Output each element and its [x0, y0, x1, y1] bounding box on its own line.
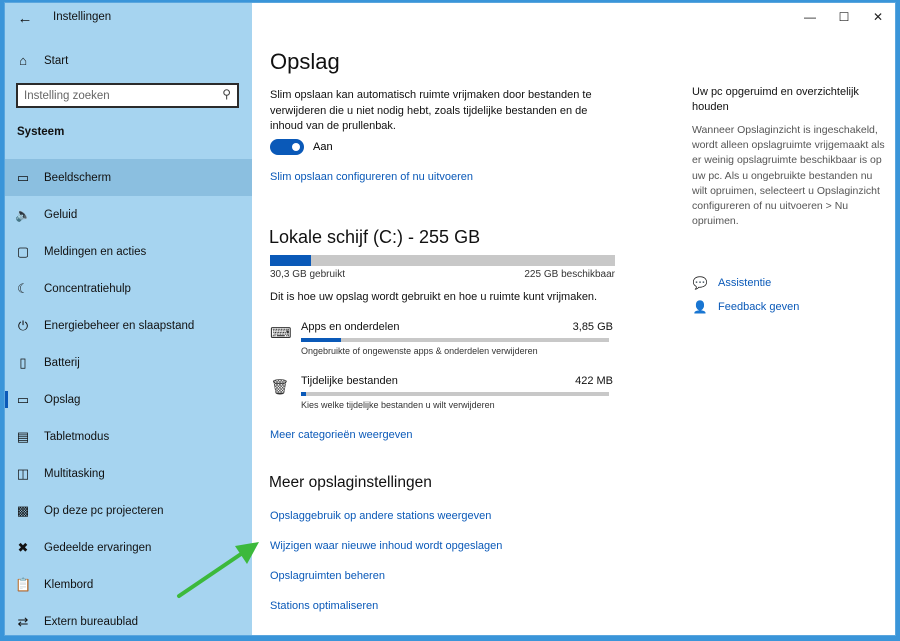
- search-input[interactable]: [18, 85, 220, 106]
- category-name: Tijdelijke bestanden: [301, 375, 398, 387]
- moon-icon: ☾: [17, 280, 29, 296]
- project-icon: ▩: [16, 502, 30, 518]
- sidebar-item-label: Klembord: [44, 578, 94, 591]
- category-name: Apps en onderdelen: [301, 321, 400, 333]
- storage-sense-description: Slim opslaan kan automatisch ruimte vrij…: [270, 89, 592, 132]
- sidebar-item-label: Opslag: [44, 393, 81, 406]
- sidebar-item-label: Tabletmodus: [44, 430, 110, 443]
- help-link-label[interactable]: Assistentie: [718, 277, 771, 289]
- feedback-icon: 👤: [692, 300, 708, 314]
- home-icon: ⌂: [19, 53, 27, 68]
- annotation-arrow-icon: [177, 542, 259, 598]
- page-title: Opslag: [270, 49, 340, 74]
- sidebar-item-label: Multitasking: [44, 467, 105, 480]
- search-icon[interactable]: ⚲: [222, 87, 231, 101]
- remote-icon: ⇄: [17, 613, 29, 629]
- drive-title: Lokale schijf (C:) - 255 GB: [269, 227, 481, 247]
- usage-info: Dit is hoe uw opslag wordt gebruikt en h…: [270, 291, 598, 303]
- main-content: — ☐ ✕ Opslag Slim opslaan kan automatisc…: [252, 3, 895, 635]
- sidebar-item-extern-bureaublad[interactable]: ⇄ Extern bureaublad: [5, 603, 252, 635]
- sidebar-item-label: Energiebeheer en slaapstand: [44, 319, 195, 332]
- sidebar-item-label: Geluid: [44, 208, 78, 221]
- category-bar-fill: [301, 338, 342, 342]
- close-icon[interactable]: ✕: [861, 3, 895, 31]
- drive-usage-bar: [270, 255, 615, 266]
- sidebar-item-label: Beeldscherm: [44, 171, 112, 184]
- sidebar-item-label: Concentratiehulp: [44, 282, 131, 295]
- notification-icon: ▢: [16, 243, 30, 259]
- help-link[interactable]: 💬 Assistentie: [692, 275, 772, 291]
- sidebar-item-label: Extern bureaublad: [44, 615, 138, 628]
- help-chat-icon: 💬: [692, 276, 708, 290]
- settings-window: ← Instellingen ⌂ Start ⚲ Systeem ▭ Beeld…: [5, 3, 895, 635]
- storage-sense-toggle[interactable]: [270, 139, 304, 155]
- drive-usage-fill: [270, 255, 312, 266]
- more-categories-link[interactable]: Meer categorieën weergeven: [270, 429, 412, 441]
- clipboard-icon: 📋: [15, 576, 32, 592]
- sidebar-item-projecteren[interactable]: ▩ Op deze pc projecteren: [5, 492, 252, 529]
- sidebar-item-label: Gedeelde ervaringen: [44, 541, 152, 554]
- titlebar-left: ← Instellingen: [5, 3, 252, 35]
- speaker-icon: 🔈: [15, 206, 32, 222]
- feedback-link[interactable]: 👤 Feedback geven: [692, 299, 800, 315]
- toggle-label: Aan: [313, 141, 333, 153]
- optimize-drives-link[interactable]: Stations optimaliseren: [270, 600, 378, 612]
- storage-icon: ▭: [16, 391, 30, 407]
- feedback-link-label[interactable]: Feedback geven: [718, 301, 799, 313]
- maximize-icon[interactable]: ☐: [827, 3, 861, 31]
- sidebar-item-opslag[interactable]: ▭ Opslag: [5, 381, 252, 418]
- used-label: 30,3 GB gebruikt: [270, 269, 346, 280]
- right-panel: Uw pc opgeruimd en overzichtelijk houden…: [692, 85, 887, 229]
- search-box: ⚲: [16, 83, 239, 108]
- window-controls: — ☐ ✕: [793, 3, 895, 31]
- other-drives-link[interactable]: Opslaggebruik op andere stations weergev…: [270, 510, 491, 522]
- sidebar-item-batterij[interactable]: ▯ Batterij: [5, 344, 252, 381]
- category-size: 3,85 GB: [572, 321, 613, 333]
- sidebar-item-concentratiehulp[interactable]: ☾ Concentratiehulp: [5, 270, 252, 307]
- sidebar-item-label: Batterij: [44, 356, 80, 369]
- more-settings-title: Meer opslaginstellingen: [269, 474, 432, 491]
- sidebar-item-geluid[interactable]: 🔈 Geluid: [5, 196, 252, 233]
- manage-storage-spaces-link[interactable]: Opslagruimten beheren: [270, 570, 385, 582]
- back-arrow-icon[interactable]: ←: [15, 9, 35, 29]
- category-bar: [301, 392, 609, 396]
- right-panel-description: Wanneer Opslaginzicht is ingeschakeld, w…: [692, 124, 885, 228]
- monitor-icon: ▭: [16, 169, 30, 185]
- category-bar: [301, 338, 609, 342]
- battery-icon: ▯: [19, 354, 27, 370]
- configure-storage-sense-link[interactable]: Slim opslaan configureren of nu uitvoere…: [270, 171, 473, 183]
- sidebar-item-energiebeheer[interactable]: ⏻ Energiebeheer en slaapstand: [5, 307, 252, 344]
- power-icon: ⏻: [17, 317, 29, 333]
- minimize-icon[interactable]: —: [793, 3, 827, 31]
- change-save-location-link[interactable]: Wijzigen waar nieuwe inhoud wordt opgesl…: [270, 540, 502, 552]
- sidebar-item-tabletmodus[interactable]: ▤ Tabletmodus: [5, 418, 252, 455]
- right-panel-title: Uw pc opgeruimd en overzichtelijk houden: [692, 86, 859, 113]
- category-size: 422 MB: [575, 375, 613, 387]
- sidebar-item-label: Op deze pc projecteren: [44, 504, 164, 517]
- category-bar-fill: [301, 392, 306, 396]
- available-label: 225 GB beschikbaar: [524, 269, 615, 280]
- apps-icon: ⌨: [270, 325, 292, 342]
- category-subtitle: Ongebruikte of ongewenste apps & onderde…: [301, 346, 538, 356]
- shared-icon: ✖: [17, 539, 29, 555]
- sidebar-home-label: Start: [44, 55, 69, 67]
- trash-icon: 🗑: [270, 379, 290, 396]
- tablet-icon: ▤: [16, 428, 30, 444]
- sidebar-item-multitasking[interactable]: ◫ Multitasking: [5, 455, 252, 492]
- app-title: Instellingen: [53, 11, 112, 23]
- sidebar-item-beeldscherm[interactable]: ▭ Beeldscherm: [5, 159, 252, 196]
- category-temp-files[interactable]: 🗑 Tijdelijke bestanden 422 MB Kies welke…: [270, 374, 615, 420]
- multitasking-icon: ◫: [16, 465, 30, 481]
- category-subtitle: Kies welke tijdelijke bestanden u wilt v…: [301, 400, 495, 410]
- sidebar-item-meldingen[interactable]: ▢ Meldingen en acties: [5, 233, 252, 270]
- sidebar-item-label: Meldingen en acties: [44, 245, 147, 258]
- category-apps[interactable]: ⌨ Apps en onderdelen 3,85 GB Ongebruikte…: [270, 320, 615, 366]
- sidebar-home[interactable]: ⌂ Start: [15, 49, 68, 73]
- sidebar-section-title: Systeem: [17, 126, 65, 138]
